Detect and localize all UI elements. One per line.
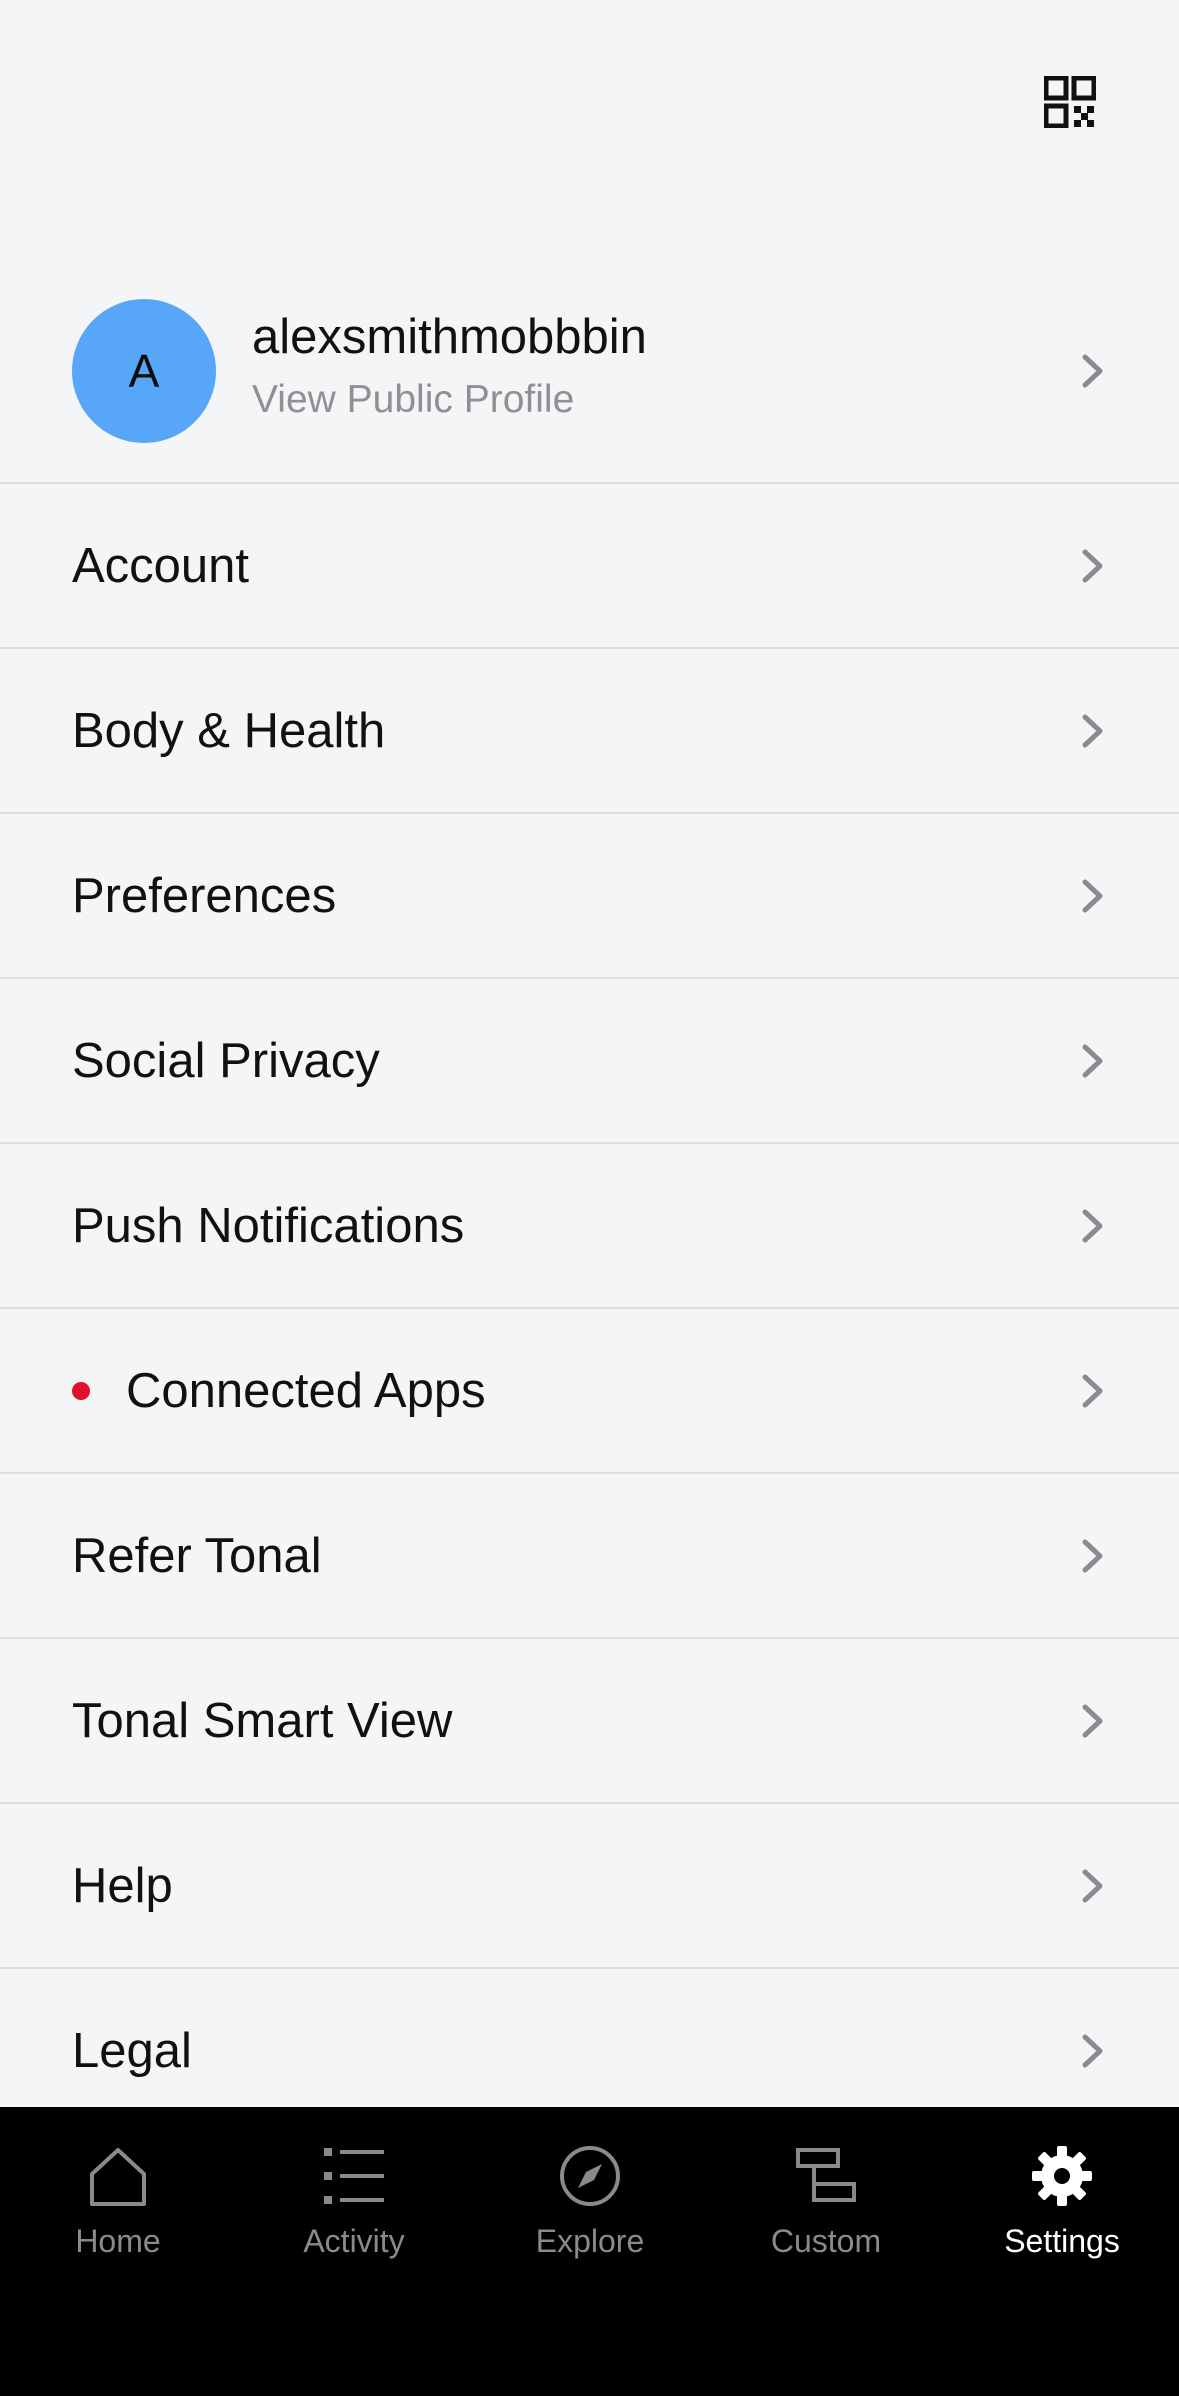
qr-code-icon	[1044, 76, 1096, 128]
menu-item-label: Push Notifications	[72, 1198, 465, 1253]
chevron-right-icon	[1082, 879, 1103, 912]
top-bar	[0, 0, 1179, 260]
profile-row[interactable]: A alexsmithmobbbin View Public Profile	[0, 282, 1179, 484]
settings-menu: Account Body & Health Preferences Social…	[0, 484, 1179, 2134]
chevron-right-icon	[1082, 714, 1103, 747]
avatar: A	[72, 299, 216, 443]
tab-settings[interactable]: Settings	[944, 2107, 1179, 2287]
chevron-right-icon	[1082, 1704, 1103, 1737]
menu-item-push-notifications[interactable]: Push Notifications	[0, 1144, 1179, 1309]
menu-item-label: Refer Tonal	[72, 1528, 322, 1583]
tab-custom[interactable]: Custom	[708, 2107, 944, 2287]
chevron-right-icon	[1082, 1209, 1103, 1242]
tab-label: Home	[75, 2223, 161, 2259]
gear-icon	[1027, 2141, 1097, 2211]
tab-label: Explore	[535, 2223, 645, 2259]
menu-item-label: Social Privacy	[72, 1033, 380, 1088]
bottom-tab-bar: Home Activity Explore Custom Settings	[0, 2107, 1179, 2396]
menu-item-label: Connected Apps	[126, 1363, 486, 1418]
chevron-right-icon	[1082, 2034, 1103, 2067]
compass-icon	[555, 2141, 625, 2211]
activity-list-icon	[319, 2141, 389, 2211]
chevron-right-icon	[1082, 354, 1103, 388]
menu-item-account[interactable]: Account	[0, 484, 1179, 649]
menu-item-social-privacy[interactable]: Social Privacy	[0, 979, 1179, 1144]
menu-item-label: Help	[72, 1858, 173, 1913]
qr-code-button[interactable]	[1042, 74, 1098, 130]
tab-home[interactable]: Home	[0, 2107, 236, 2287]
tab-explore[interactable]: Explore	[472, 2107, 708, 2287]
chevron-right-icon	[1082, 1539, 1103, 1572]
menu-item-connected-apps[interactable]: Connected Apps	[0, 1309, 1179, 1474]
custom-blocks-icon	[791, 2141, 861, 2211]
home-icon	[83, 2141, 153, 2211]
chevron-right-icon	[1082, 1374, 1103, 1407]
view-public-profile-link[interactable]: View Public Profile	[252, 378, 574, 422]
chevron-right-icon	[1082, 549, 1103, 582]
menu-item-help[interactable]: Help	[0, 1804, 1179, 1969]
menu-item-preferences[interactable]: Preferences	[0, 814, 1179, 979]
menu-item-label: Body & Health	[72, 703, 386, 758]
tab-label: Custom	[770, 2223, 882, 2259]
menu-item-tonal-smart-view[interactable]: Tonal Smart View	[0, 1639, 1179, 1804]
menu-item-label: Account	[72, 538, 250, 593]
profile-username: alexsmithmobbbin	[252, 310, 647, 364]
menu-item-label: Legal	[72, 2023, 192, 2078]
menu-item-body-health[interactable]: Body & Health	[0, 649, 1179, 814]
chevron-right-icon	[1082, 1044, 1103, 1077]
tab-label: Activity	[303, 2223, 405, 2259]
menu-item-refer-tonal[interactable]: Refer Tonal	[0, 1474, 1179, 1639]
tab-label: Settings	[1004, 2223, 1120, 2259]
settings-screen: A alexsmithmobbbin View Public Profile A…	[0, 0, 1179, 2396]
menu-item-label: Tonal Smart View	[72, 1693, 453, 1748]
notification-dot	[72, 1381, 90, 1400]
tab-activity[interactable]: Activity	[236, 2107, 472, 2287]
chevron-right-icon	[1082, 1869, 1103, 1902]
menu-item-label: Preferences	[72, 868, 337, 923]
